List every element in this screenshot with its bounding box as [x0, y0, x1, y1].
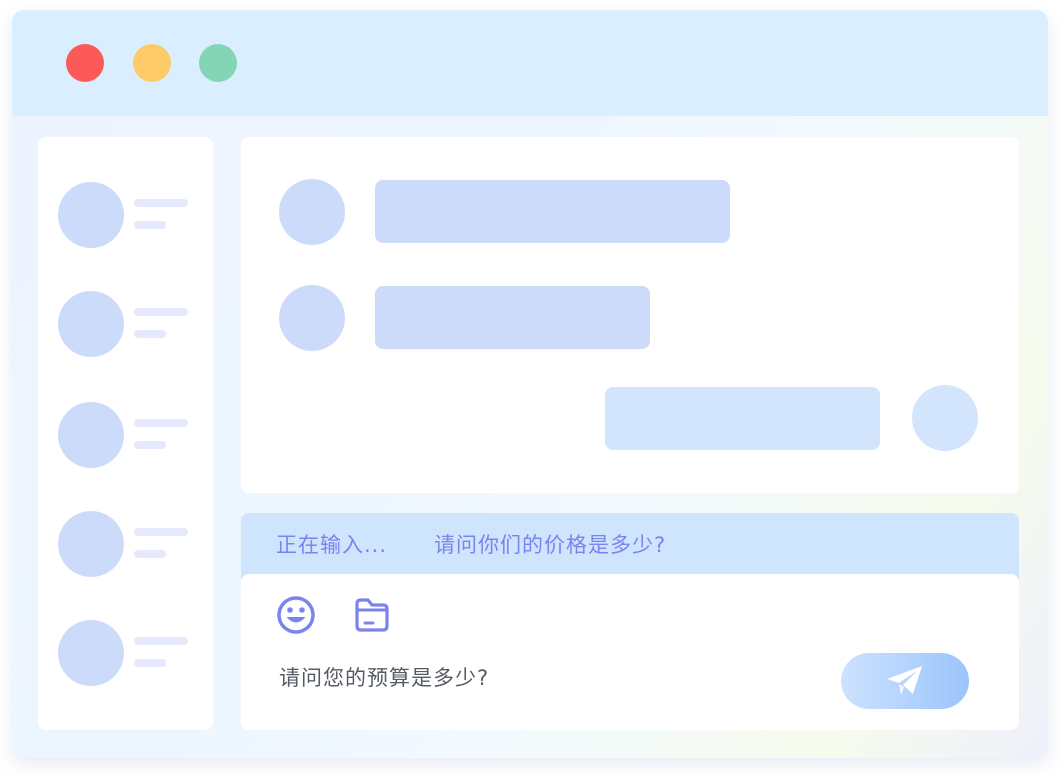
paper-plane-icon	[887, 666, 922, 695]
typing-status: 正在输入...	[276, 533, 388, 557]
contact-item[interactable]	[58, 182, 198, 248]
contact-item[interactable]	[58, 620, 198, 686]
avatar	[58, 620, 124, 686]
contact-sidebar	[38, 137, 213, 730]
maximize-window-button[interactable]	[199, 44, 237, 82]
typing-preview-text: 请问你们的价格是多少?	[434, 533, 667, 557]
contact-name-placeholder	[134, 637, 188, 645]
contact-item[interactable]	[58, 402, 198, 468]
contact-name-placeholder	[134, 528, 188, 536]
app-window: 正在输入... 请问你们的价格是多少? 请问您的预算是多少?	[12, 10, 1048, 758]
contact-name-placeholder	[134, 419, 188, 427]
close-window-button[interactable]	[66, 44, 104, 82]
folder-icon[interactable]	[351, 594, 393, 636]
message-bubble-incoming	[375, 286, 650, 349]
typing-indicator-bar: 正在输入... 请问你们的价格是多少?	[241, 513, 1019, 583]
avatar	[912, 385, 978, 451]
contact-preview-placeholder	[134, 550, 166, 558]
smiley-icon[interactable]	[275, 594, 317, 636]
message-composer: 请问您的预算是多少?	[241, 574, 1019, 730]
message-bubble-outgoing	[605, 387, 880, 450]
avatar	[279, 285, 345, 351]
avatar	[279, 179, 345, 245]
contact-preview-placeholder	[134, 441, 166, 449]
title-bar	[12, 10, 1048, 116]
contact-preview-placeholder	[134, 221, 166, 229]
message-input[interactable]: 请问您的预算是多少?	[279, 662, 489, 692]
avatar	[58, 182, 124, 248]
avatar	[58, 402, 124, 468]
contact-name-placeholder	[134, 308, 188, 316]
send-button[interactable]	[841, 653, 969, 709]
avatar	[58, 511, 124, 577]
contact-preview-placeholder	[134, 659, 166, 667]
message-bubble-incoming	[375, 180, 730, 243]
minimize-window-button[interactable]	[133, 44, 171, 82]
contact-item[interactable]	[58, 291, 198, 357]
avatar	[58, 291, 124, 357]
contact-preview-placeholder	[134, 330, 166, 338]
chat-panel	[241, 137, 1019, 493]
contact-name-placeholder	[134, 199, 188, 207]
contact-item[interactable]	[58, 511, 198, 577]
